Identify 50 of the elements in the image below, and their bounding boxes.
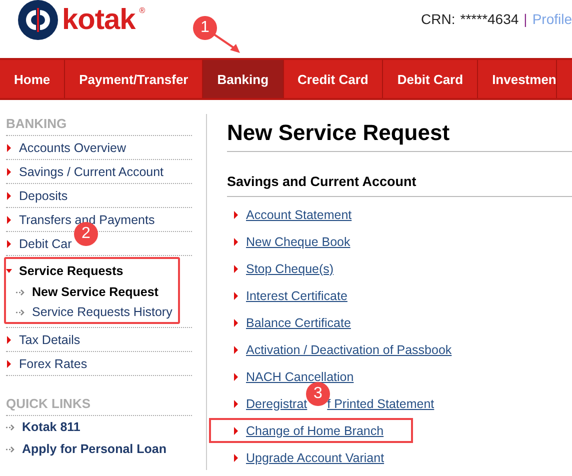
arrow-icon: [6, 446, 15, 452]
service-link[interactable]: Account Statement: [246, 208, 352, 222]
sidebar-item[interactable]: Savings / Current Account: [19, 164, 164, 178]
service-link[interactable]: Upgrade Account Variant: [246, 450, 384, 464]
callout-badge: 1: [193, 16, 217, 40]
caret-right-icon: [233, 426, 239, 434]
sidebar-heading: BANKING: [6, 114, 192, 136]
caret-right-icon: [233, 372, 239, 380]
arrow-icon: [16, 288, 25, 296]
sidebar-item[interactable]: Debit Car: [19, 236, 72, 250]
service-link[interactable]: Interest Certificate: [246, 288, 348, 302]
arrow-icon: [6, 424, 15, 430]
service-link[interactable]: Activation / Deactivation of Passbook: [246, 342, 452, 356]
crn-value: *****4634: [460, 11, 519, 27]
nav-tab[interactable]: Credit Card: [284, 60, 384, 98]
caret-right-icon: [233, 346, 239, 354]
arrow-icon: [16, 308, 25, 316]
sidebar-item[interactable]: Tax Details: [19, 332, 80, 346]
sidebar-item[interactable]: Deposits: [19, 188, 68, 202]
logo-icon: [18, 0, 58, 40]
service-link[interactable]: Stop Cheque(s): [246, 262, 334, 276]
sidebar-subitem[interactable]: New Service Request: [32, 285, 158, 299]
caret-right-icon: [233, 238, 239, 246]
service-link[interactable]: NACH Cancellation: [246, 370, 354, 384]
quick-link[interactable]: Kotak 811: [22, 420, 80, 434]
caret-right-icon: [233, 292, 239, 300]
sidebar-item[interactable]: Service Requests: [19, 264, 124, 278]
sidebar-item[interactable]: Accounts Overview: [19, 140, 126, 154]
sidebar-subitem[interactable]: Service Requests History: [32, 305, 172, 319]
sidebar-item[interactable]: Forex Rates: [19, 356, 88, 370]
nav-tab[interactable]: Debit Card: [383, 60, 478, 98]
section-heading: Savings and Current Account: [227, 174, 572, 197]
logo-text: kotak: [62, 6, 136, 34]
nav-tab[interactable]: Home: [0, 60, 66, 98]
separator: |: [524, 11, 528, 27]
service-link[interactable]: Balance Certificate: [246, 316, 351, 330]
service-link[interactable]: Change of Home Branch: [246, 424, 384, 438]
registered-mark: ®: [139, 6, 146, 15]
nav-tab[interactable]: Banking: [203, 60, 284, 98]
page-title: New Service Request: [227, 120, 572, 152]
caret-right-icon: [233, 264, 239, 272]
quick-link[interactable]: Apply for Personal Loan: [22, 442, 166, 456]
nav-tab[interactable]: Investmen: [478, 60, 558, 98]
caret-right-icon: [233, 454, 239, 462]
caret-right-icon: [233, 318, 239, 326]
caret-right-icon: [233, 210, 239, 218]
sidebar-heading: QUICK LINKS: [6, 394, 192, 416]
caret-right-icon: [233, 400, 239, 408]
crn-label: CRN:: [421, 11, 456, 27]
service-link[interactable]: New Cheque Book: [246, 234, 350, 248]
